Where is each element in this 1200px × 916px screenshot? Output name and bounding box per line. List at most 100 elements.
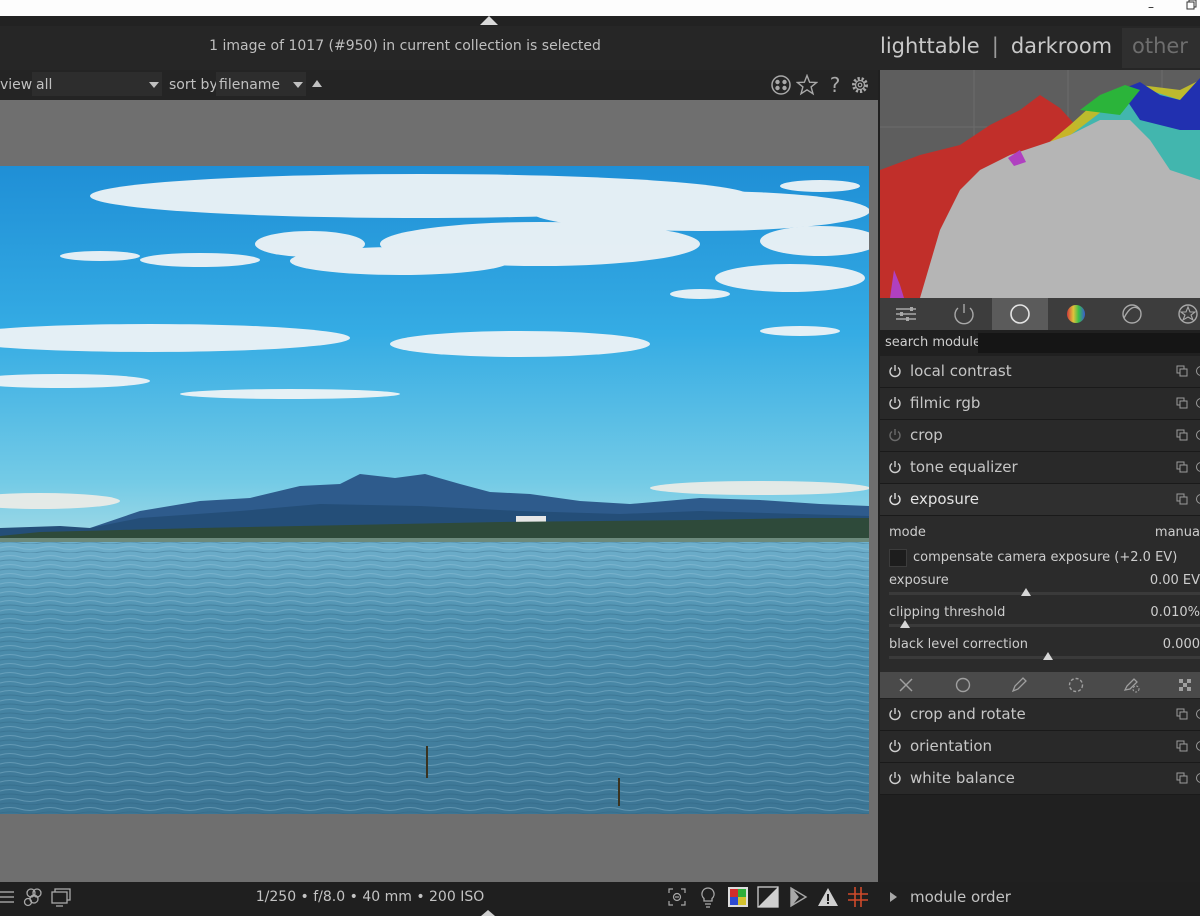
expand-arrow-icon[interactable] (890, 892, 897, 902)
star-icon[interactable] (795, 73, 819, 96)
black-level-label: black level correction (889, 637, 1029, 652)
collapse-bottom-panel-icon[interactable] (481, 910, 495, 916)
base-group-icon[interactable] (992, 298, 1048, 330)
search-module-input[interactable] (978, 333, 1200, 353)
reset-icon[interactable] (1195, 397, 1200, 409)
exposure-slider-thumb[interactable] (1020, 588, 1031, 596)
black-level-thumb[interactable] (1042, 652, 1053, 660)
color-labels-icon[interactable] (770, 74, 792, 96)
color-assessment-icon[interactable] (727, 886, 749, 908)
exif-info: 1/250 • f/8.0 • 40 mm • 200 ISO (255, 889, 485, 905)
reset-icon[interactable] (1195, 740, 1200, 752)
module-crop-and-rotate[interactable]: crop and rotate (880, 699, 1200, 731)
compensate-exposure-checkbox[interactable] (889, 549, 907, 567)
mode-label: mode (889, 525, 926, 540)
softproof-icon[interactable] (787, 886, 809, 908)
multi-instance-icon[interactable] (1176, 708, 1188, 720)
module-label: white balance (910, 769, 1015, 787)
module-orientation[interactable]: orientation (880, 731, 1200, 763)
module-label: filmic rgb (910, 394, 981, 412)
restore-icon[interactable] (1186, 0, 1198, 14)
raster-mask-icon[interactable] (1176, 676, 1196, 694)
collapse-top-panel-icon[interactable] (480, 16, 498, 25)
reset-icon[interactable] (1195, 461, 1200, 473)
power-icon[interactable] (888, 364, 902, 378)
focus-peaking-icon[interactable] (666, 886, 688, 908)
drawn-mask-icon[interactable] (1009, 676, 1029, 694)
clipping-threshold-value: 0.010% (1150, 605, 1200, 620)
clipping-threshold-slider[interactable] (889, 624, 1200, 627)
uniform-mask-icon[interactable] (953, 676, 973, 694)
minimize-icon[interactable]: – (1148, 0, 1154, 14)
active-modules-icon[interactable] (936, 298, 992, 330)
quick-access-icon[interactable] (880, 298, 936, 330)
view-switcher: lighttable|darkroom| (880, 34, 1143, 58)
module-white-balance[interactable]: white balance (880, 763, 1200, 795)
module-exposure[interactable]: exposure (880, 484, 1200, 516)
multi-instance-icon[interactable] (1176, 493, 1188, 505)
exposure-slider[interactable] (889, 592, 1200, 595)
search-module-row: search module (880, 332, 1200, 354)
power-icon[interactable] (888, 771, 902, 785)
power-icon[interactable] (888, 460, 902, 474)
view-lighttable[interactable]: lighttable (880, 34, 980, 58)
window-title-strip (0, 0, 1200, 16)
module-label: local contrast (910, 362, 1012, 380)
module-label: crop and rotate (910, 705, 1026, 723)
module-order-label[interactable]: module order (910, 888, 1011, 906)
gamut-warning-icon[interactable] (817, 886, 839, 908)
reset-icon[interactable] (1195, 772, 1200, 784)
module-label: exposure (910, 490, 979, 508)
power-icon[interactable] (888, 492, 902, 506)
gear-icon[interactable] (849, 74, 871, 96)
power-icon[interactable] (888, 707, 902, 721)
mask-off-icon[interactable] (896, 676, 916, 694)
module-label: orientation (910, 737, 993, 755)
module-tone-equalizer[interactable]: tone equalizer (880, 452, 1200, 484)
reset-icon[interactable] (1195, 365, 1200, 377)
power-icon[interactable] (888, 428, 902, 442)
module-local-contrast[interactable]: local contrast (880, 356, 1200, 388)
view-filter-select[interactable]: all (32, 72, 162, 96)
sort-by-value: filename (219, 77, 281, 93)
reset-icon[interactable] (1195, 708, 1200, 720)
mode-select[interactable]: manua (1155, 525, 1200, 540)
sort-order-icon[interactable] (312, 80, 322, 87)
module-label: crop (910, 426, 943, 444)
chevron-down-icon (293, 82, 303, 88)
sort-by-select[interactable]: filename (216, 72, 306, 96)
module-label: tone equalizer (910, 458, 1018, 476)
drawn-parametric-mask-icon[interactable] (1122, 676, 1142, 694)
correct-group-icon[interactable] (1104, 298, 1160, 330)
multi-instance-icon[interactable] (1176, 740, 1188, 752)
view-other[interactable]: other (1122, 28, 1200, 68)
multi-instance-icon[interactable] (1176, 429, 1188, 441)
reset-icon[interactable] (1195, 429, 1200, 441)
sort-by-label: sort by (169, 77, 218, 93)
help-icon[interactable]: ? (824, 74, 846, 96)
module-filmic-rgb[interactable]: filmic rgb (880, 388, 1200, 420)
collection-status-text: 1 image of 1017 (#950) in current collec… (209, 38, 601, 54)
exposure-slider-value: 0.00 EV (1149, 573, 1200, 588)
view-darkroom[interactable]: darkroom (1011, 34, 1112, 58)
iso-icon[interactable] (757, 886, 779, 908)
multi-instance-icon[interactable] (1176, 397, 1188, 409)
blend-mask-bar (880, 672, 1200, 698)
guides-icon[interactable] (847, 886, 869, 908)
histogram[interactable] (880, 70, 1200, 298)
bulb-icon[interactable] (697, 886, 719, 908)
clipping-threshold-thumb[interactable] (899, 620, 910, 628)
reset-icon[interactable] (1195, 493, 1200, 505)
multi-instance-icon[interactable] (1176, 772, 1188, 784)
effect-group-icon[interactable] (1160, 298, 1200, 330)
multi-instance-icon[interactable] (1176, 461, 1188, 473)
module-crop[interactable]: crop (880, 420, 1200, 452)
multi-instance-icon[interactable] (1176, 365, 1188, 377)
view-separator: | (991, 34, 999, 58)
parametric-mask-icon[interactable] (1066, 676, 1086, 694)
power-icon[interactable] (888, 396, 902, 410)
color-group-icon[interactable] (1048, 298, 1104, 330)
black-level-value: 0.000 (1162, 637, 1200, 652)
edited-photo[interactable] (0, 166, 869, 814)
power-icon[interactable] (888, 739, 902, 753)
